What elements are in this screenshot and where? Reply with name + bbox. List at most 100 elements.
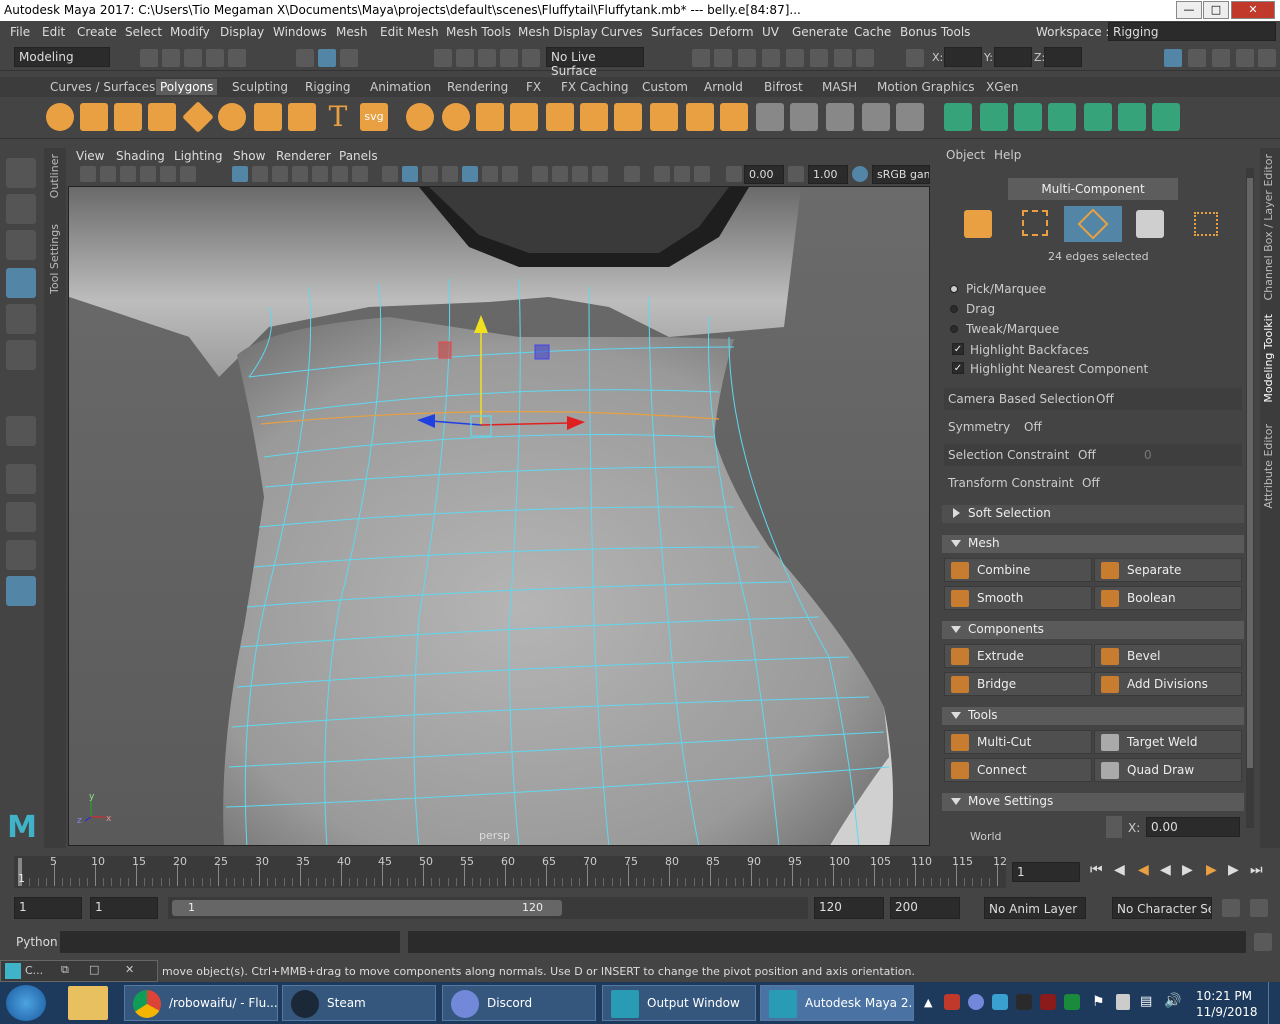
poly-cube-icon[interactable] [80, 103, 108, 131]
task-discord[interactable]: Discord [442, 985, 596, 1021]
append-polygon-icon[interactable] [720, 103, 748, 131]
multi-cut-icon[interactable] [614, 103, 642, 131]
extrude-icon[interactable] [546, 103, 574, 131]
uv-mode-icon[interactable] [1194, 212, 1218, 236]
tray-maya-icon[interactable] [944, 994, 960, 1010]
poly-type-icon[interactable]: T [324, 103, 352, 131]
transform-mode-icon[interactable] [906, 49, 924, 67]
menu-create[interactable]: Create [77, 25, 117, 39]
tray-discord-icon[interactable] [968, 994, 984, 1010]
modeling-toolkit-toggle-icon[interactable] [1164, 49, 1182, 67]
tool-settings-toggle-icon[interactable] [1212, 49, 1230, 67]
select-hierarchy-icon[interactable] [296, 49, 314, 67]
menu-edit[interactable]: Edit [42, 25, 65, 39]
menu-cache[interactable]: Cache [854, 25, 891, 39]
target-weld-button[interactable]: Target Weld [1094, 730, 1242, 754]
color-management-icon[interactable] [852, 166, 868, 182]
symmetry-value[interactable]: Off [1024, 420, 1042, 434]
move-settings-section[interactable]: Move Settings [942, 793, 1244, 811]
menu-bonus-tools[interactable]: Bonus Tools [900, 25, 970, 39]
menu-edit-mesh[interactable]: Edit Mesh [380, 25, 439, 39]
menu-mesh-tools[interactable]: Mesh Tools [446, 25, 511, 39]
panel-menu-renderer[interactable]: Renderer [276, 149, 331, 163]
snap-grid-icon[interactable] [434, 49, 452, 67]
highlight-nearest-checkbox[interactable]: ✓ [952, 362, 964, 374]
file-explorer-icon[interactable] [68, 986, 108, 1020]
panel-menu-view[interactable]: View [76, 149, 104, 163]
bridge-button[interactable]: Bridge [944, 672, 1092, 696]
task-steam[interactable]: Steam [282, 985, 436, 1021]
paint-select-tool-icon[interactable] [6, 230, 36, 260]
single-view-layout-icon[interactable] [6, 464, 36, 494]
go-to-start-icon[interactable]: ⏮ [1090, 862, 1103, 878]
toolkit-scrollbar[interactable] [1246, 168, 1254, 828]
combine-button[interactable]: Combine [944, 558, 1092, 582]
shelf-tab-fx-caching[interactable]: FX Caching [557, 79, 632, 95]
bevel-button[interactable]: Bevel [1094, 644, 1242, 668]
menu-uv[interactable]: UV [762, 25, 779, 39]
pause-icon[interactable] [856, 49, 874, 67]
edge-mode-button[interactable] [1064, 206, 1122, 242]
menu-set-dropdown[interactable]: Modeling [14, 47, 110, 67]
poly-cylinder-icon[interactable] [114, 103, 142, 131]
wireframe-on-shaded-icon[interactable] [462, 166, 478, 182]
exposure-icon[interactable] [726, 166, 742, 182]
bridge-icon[interactable] [580, 103, 608, 131]
outliner-layout-icon[interactable] [6, 576, 36, 606]
svg-icon[interactable]: svg [360, 103, 388, 131]
clock-date[interactable]: 11/9/2018 [1196, 1005, 1258, 1019]
multi-cut-button[interactable]: Multi-Cut [944, 730, 1092, 754]
separate-button[interactable]: Separate [1094, 558, 1242, 582]
shadows-icon[interactable] [502, 166, 518, 182]
poly-pipe-icon[interactable] [288, 103, 316, 131]
move-tool-icon[interactable] [6, 268, 36, 298]
lasso-tool-icon[interactable] [6, 194, 36, 224]
xray-icon[interactable] [654, 166, 670, 182]
shelf-tab-rendering[interactable]: Rendering [443, 79, 512, 95]
hypershade-icon[interactable] [786, 49, 804, 67]
mash-replicator-icon[interactable] [1084, 103, 1112, 131]
quad-draw-button[interactable]: Quad Draw [1094, 758, 1242, 782]
render-view-icon[interactable] [692, 49, 710, 67]
exposure-field[interactable]: 0.00 [744, 165, 784, 184]
snap-live-icon[interactable] [522, 49, 540, 67]
scale-tool-icon[interactable] [6, 340, 36, 370]
tray-monitor-icon[interactable] [992, 994, 1008, 1010]
character-set-dropdown[interactable]: No Character Set [1112, 897, 1212, 919]
move-x-field[interactable]: 0.00 [1146, 817, 1240, 837]
shelf-tab-motion-graphics[interactable]: Motion Graphics [873, 79, 979, 95]
camera-based-selection-value[interactable]: Off [1096, 392, 1114, 406]
use-all-lights-icon[interactable] [482, 166, 498, 182]
maximize-mini-icon[interactable]: □ [89, 963, 99, 976]
menu-windows[interactable]: Windows [273, 25, 327, 39]
render-current-icon[interactable] [714, 49, 732, 67]
network-icon[interactable]: ▤ [1140, 994, 1152, 1009]
cut-uv-icon[interactable] [862, 103, 890, 131]
two-view-layout-icon[interactable] [6, 540, 36, 570]
y-field[interactable] [994, 47, 1032, 67]
combine-icon[interactable] [406, 103, 434, 131]
play-backward-icon[interactable]: ◀ [1160, 862, 1171, 878]
film-gate-icon[interactable] [160, 166, 176, 182]
play-forward-icon[interactable]: ▶ [1182, 862, 1193, 878]
maximize-button[interactable]: □ [1203, 1, 1229, 19]
select-tool-icon[interactable] [6, 158, 36, 188]
step-back-frame-icon[interactable]: ◀ [1138, 862, 1149, 878]
render-settings-icon[interactable] [762, 49, 780, 67]
motion-blur-icon[interactable] [552, 166, 568, 182]
menu-file[interactable]: File [10, 25, 30, 39]
step-forward-key-icon[interactable]: ▶ [1228, 862, 1239, 878]
shelf-tab-animation[interactable]: Animation [366, 79, 435, 95]
mash-curve-icon[interactable] [1014, 103, 1042, 131]
menu-generate[interactable]: Generate [792, 25, 848, 39]
snap-view-icon[interactable] [500, 49, 518, 67]
viewport-persp[interactable]: y z x persp [68, 186, 930, 846]
animation-preferences-icon[interactable] [1250, 899, 1268, 917]
clock-time[interactable]: 10:21 PM [1196, 989, 1252, 1003]
viewport-canvas[interactable]: y z x persp [69, 187, 930, 846]
menu-mesh-display[interactable]: Mesh Display [518, 25, 598, 39]
start-time-field[interactable]: 1 [14, 897, 82, 919]
extract-icon[interactable] [476, 103, 504, 131]
textured-icon[interactable] [442, 166, 458, 182]
camera-bookmarks-icon[interactable] [100, 166, 116, 182]
